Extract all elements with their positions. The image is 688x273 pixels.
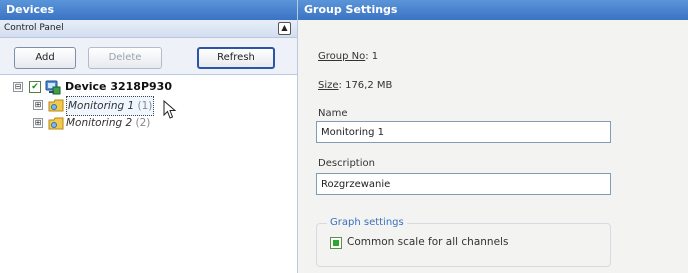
mouse-cursor-icon	[163, 100, 177, 119]
devices-panel-header: Devices	[0, 0, 297, 20]
group-no-label: Group No	[318, 51, 366, 62]
graph-settings-title: Graph settings	[327, 217, 407, 228]
description-label: Description	[318, 158, 375, 169]
tree-item-device[interactable]: ⊟ ✔ Device 3218P930	[0, 78, 290, 96]
device-label[interactable]: Device 3218P930	[65, 78, 172, 96]
group-count: (1)	[137, 100, 153, 112]
size-label: Size	[318, 80, 339, 91]
devices-panel: Devices Control Panel ▲ Add Delete Refre…	[0, 0, 298, 273]
group-count: (2)	[135, 117, 151, 129]
group-settings-panel: Group Settings Group No: 1 Size: 176,2 M…	[298, 0, 688, 273]
control-panel-bar: Control Panel ▲	[0, 20, 297, 38]
collapse-expander-icon[interactable]: ⊟	[13, 82, 23, 92]
device-icon	[45, 80, 61, 95]
add-button[interactable]: Add	[14, 47, 76, 69]
group-no-row: Group No: 1	[318, 51, 378, 62]
group-label[interactable]: Monitoring 2 (2)	[66, 114, 150, 132]
group-no-value: : 1	[365, 51, 379, 62]
control-panel-label: Control Panel	[4, 23, 64, 33]
common-scale-checkbox[interactable]	[330, 237, 342, 249]
description-field[interactable]	[316, 173, 611, 195]
name-field[interactable]	[316, 121, 611, 143]
expand-icon[interactable]: ⊞	[33, 100, 43, 110]
graph-settings-group: Graph settings Common scale for all chan…	[316, 217, 611, 267]
size-row: Size: 176,2 MB	[318, 80, 392, 91]
devices-toolbar: Add Delete Refresh	[0, 38, 297, 75]
group-settings-header: Group Settings	[298, 0, 688, 20]
device-checkbox[interactable]: ✔	[29, 81, 41, 93]
tree-item-group-1[interactable]: ⊞ Monitoring 1 (1)	[0, 96, 290, 116]
tree-item-group-2[interactable]: ⊞ Monitoring 2 (2)	[0, 114, 290, 132]
expand-icon[interactable]: ⊞	[33, 118, 43, 128]
name-label: Name	[318, 108, 348, 119]
group-icon	[48, 117, 64, 130]
common-scale-label[interactable]: Common scale for all channels	[347, 236, 508, 248]
group-label[interactable]: Monitoring 1 (1)	[66, 96, 155, 116]
group-name: Monitoring 2	[66, 117, 133, 129]
group-icon	[48, 99, 64, 112]
refresh-button[interactable]: Refresh	[197, 47, 275, 69]
size-value: : 176,2 MB	[338, 80, 393, 91]
group-name: Monitoring 1	[68, 100, 135, 112]
delete-button[interactable]: Delete	[88, 47, 162, 69]
collapse-icon[interactable]: ▲	[278, 22, 291, 35]
